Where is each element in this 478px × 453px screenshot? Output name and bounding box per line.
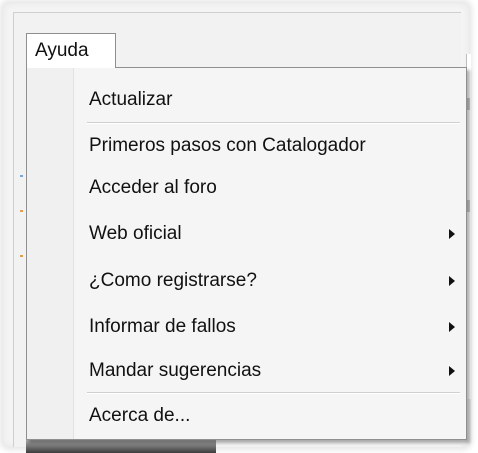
submenu-arrow-icon bbox=[449, 228, 455, 239]
background-accent bbox=[20, 210, 23, 212]
menu-item-label: Acerca de... bbox=[89, 404, 191, 426]
menu-item-informar-fallos[interactable]: Informar de fallos bbox=[29, 308, 464, 345]
submenu-arrow-icon bbox=[449, 365, 455, 376]
menu-item-como-registrarse[interactable]: ¿Como registrarse? bbox=[29, 262, 464, 299]
ayuda-dropdown-menu: Actualizar Primeros pasos con Catalogado… bbox=[26, 67, 467, 440]
background-accent bbox=[20, 255, 23, 257]
menu-item-mandar-sugerencias[interactable]: Mandar sugerencias bbox=[29, 352, 464, 389]
menu-item-label: Mandar sugerencias bbox=[89, 359, 262, 381]
menu-separator bbox=[87, 392, 460, 394]
menu-item-label: Informar de fallos bbox=[89, 315, 236, 337]
submenu-arrow-icon bbox=[449, 275, 455, 286]
menu-item-label: ¿Como registrarse? bbox=[89, 269, 257, 291]
background-accent bbox=[20, 175, 23, 177]
background-mark bbox=[467, 98, 470, 110]
menu-item-label: Acceder al foro bbox=[89, 176, 217, 198]
menu-item-label: Actualizar bbox=[89, 88, 173, 110]
menu-item-label: Web oficial bbox=[89, 222, 182, 244]
menu-item-actualizar[interactable]: Actualizar bbox=[29, 81, 464, 118]
menu-item-web-oficial[interactable]: Web oficial bbox=[29, 215, 464, 252]
background-image-strip bbox=[26, 440, 216, 453]
menu-item-primeros-pasos[interactable]: Primeros pasos con Catalogador bbox=[29, 127, 464, 164]
menu-item-acerca-de[interactable]: Acerca de... bbox=[29, 397, 464, 434]
menu-item-label: Primeros pasos con Catalogador bbox=[89, 134, 366, 156]
menu-item-acceder-foro[interactable]: Acceder al foro bbox=[29, 169, 464, 206]
menu-ayuda-label: Ayuda bbox=[35, 40, 89, 61]
background-mark bbox=[467, 200, 470, 212]
submenu-arrow-icon bbox=[449, 321, 455, 332]
menu-separator bbox=[87, 122, 460, 124]
menu-ayuda[interactable]: Ayuda bbox=[26, 33, 116, 68]
